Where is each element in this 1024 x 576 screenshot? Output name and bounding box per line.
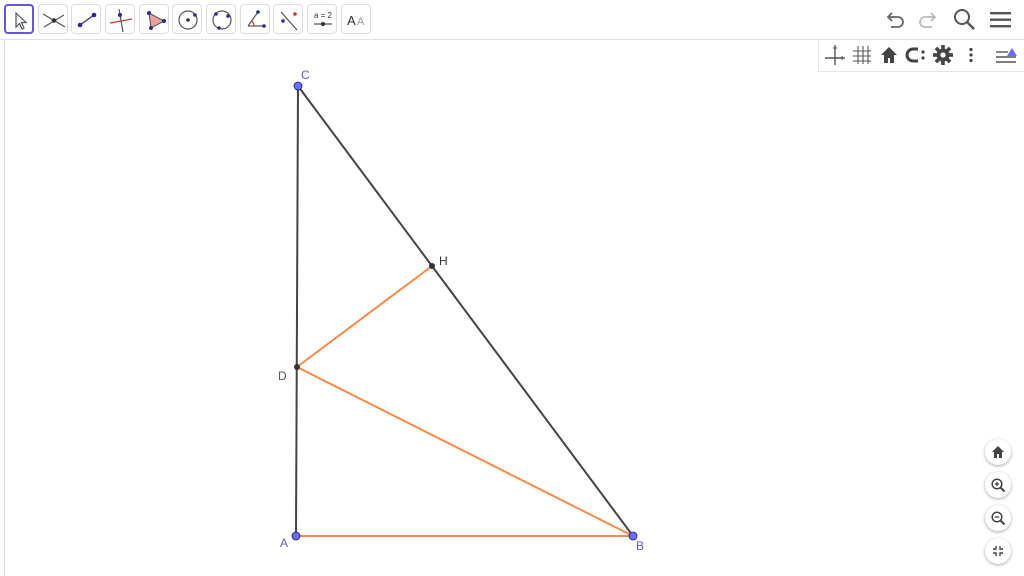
grid-icon[interactable] [850, 43, 874, 67]
menu-button[interactable] [987, 6, 1015, 34]
segment-dh[interactable] [296, 265, 433, 368]
point-a[interactable] [291, 531, 301, 541]
circle-center-point-icon [178, 10, 198, 30]
segment-db[interactable] [296, 366, 634, 537]
redo-button[interactable] [915, 6, 943, 34]
tool-reflect[interactable] [273, 4, 303, 34]
graphics-view[interactable]: A B C D H [0, 40, 1024, 576]
label-a: A [280, 536, 288, 550]
standard-view-button[interactable] [985, 439, 1011, 465]
undo-button[interactable] [880, 6, 908, 34]
svg-text:A: A [357, 16, 365, 28]
search-button[interactable] [951, 6, 979, 34]
move-arrow-icon [15, 11, 28, 30]
text-icon: A A [347, 13, 365, 28]
top-toolbar: a = 2 A A [0, 0, 1024, 40]
tool-perpendicular[interactable] [105, 4, 135, 34]
tool-angle[interactable] [240, 4, 270, 34]
label-b: B [636, 539, 644, 553]
tool-text[interactable]: A A [341, 4, 371, 34]
segment-icon [77, 12, 97, 28]
tool-slider[interactable]: a = 2 [307, 4, 337, 34]
exit-fullscreen-button[interactable] [985, 538, 1011, 564]
perpendicular-line-icon [109, 8, 133, 33]
point-d[interactable] [294, 364, 300, 370]
graphics-style-bar [818, 40, 1024, 72]
angle-icon [247, 10, 266, 28]
zoom-in-icon [991, 478, 1006, 493]
circle-three-points-icon [212, 10, 232, 30]
point-c[interactable] [293, 81, 303, 91]
tool-circle-center[interactable] [172, 4, 202, 34]
svg-text:A: A [347, 13, 356, 28]
settings-icon[interactable] [931, 43, 955, 67]
point-h[interactable] [429, 263, 435, 269]
zoom-in-button[interactable] [985, 472, 1011, 498]
axes-icon[interactable] [823, 43, 847, 67]
segment-cb[interactable] [297, 85, 634, 537]
tool-intersect[interactable] [38, 4, 68, 34]
redo-icon [919, 12, 937, 28]
point-capturing-icon[interactable] [904, 43, 928, 67]
tool-polygon[interactable] [139, 4, 169, 34]
reflect-point-icon [280, 11, 298, 31]
point-intersect-icon [42, 13, 66, 28]
exit-fullscreen-icon [993, 546, 1003, 556]
zoom-out-icon [991, 511, 1006, 526]
search-icon [954, 9, 975, 30]
label-d: D [278, 369, 287, 383]
slider-icon: a = 2 [314, 11, 333, 26]
more-icon[interactable] [959, 43, 983, 67]
tool-circle-three-points[interactable] [206, 4, 236, 34]
home-icon[interactable] [877, 43, 901, 67]
segment-ac[interactable] [295, 85, 299, 537]
slider-icon-text: a = 2 [314, 11, 333, 20]
menu-icon [990, 12, 1011, 28]
zoom-out-button[interactable] [985, 505, 1011, 531]
undo-icon [886, 12, 904, 28]
tool-segment[interactable] [71, 4, 101, 34]
label-c: C [301, 68, 310, 82]
style-bar-toggle-icon[interactable] [994, 43, 1018, 67]
polygon-icon [147, 11, 166, 30]
label-h: H [439, 254, 448, 268]
home-icon [992, 446, 1004, 458]
tool-move[interactable] [4, 4, 34, 34]
